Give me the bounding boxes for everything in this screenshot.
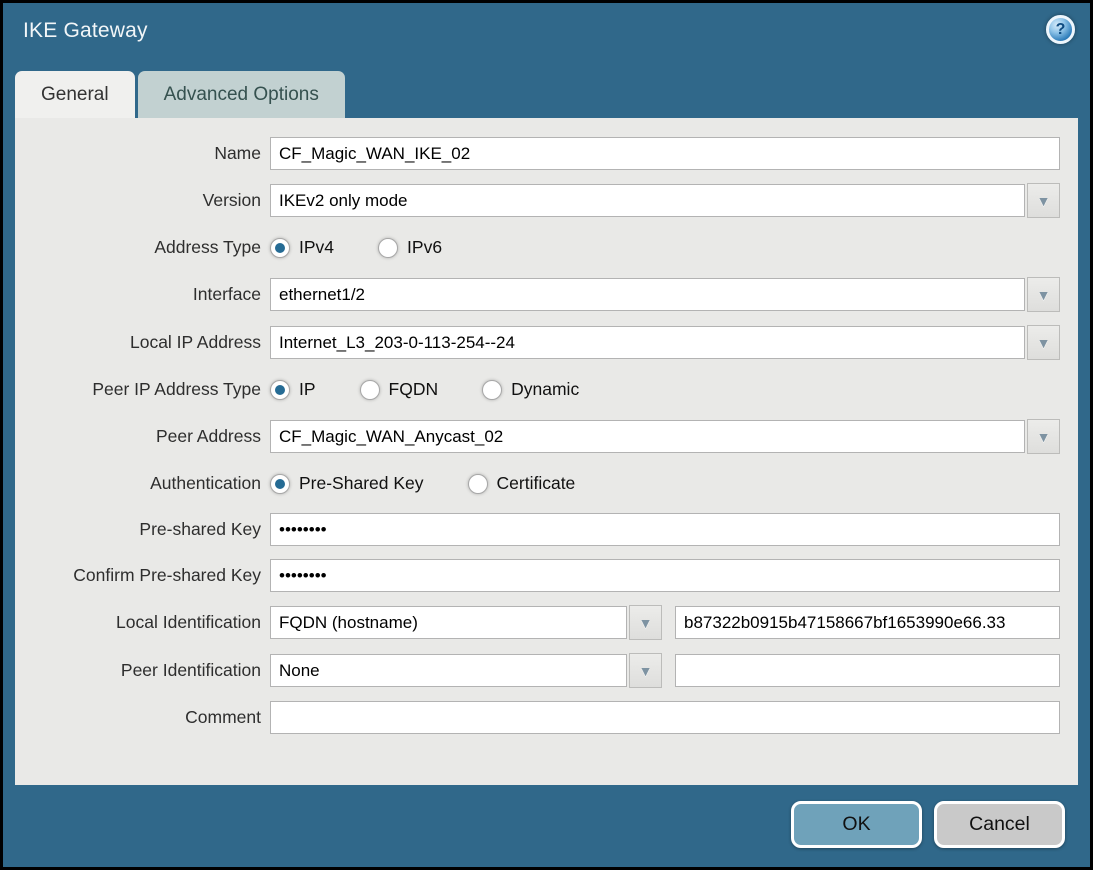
interface-label: Interface (15, 284, 270, 305)
peer-ip-address-type-label: Peer IP Address Type (15, 379, 270, 400)
chevron-down-icon: ▼ (639, 664, 653, 678)
address-type-row: Address Type IPv4 IPv6 (15, 231, 1060, 264)
peer-identification-type-select: ▼ (270, 653, 662, 688)
version-value-input[interactable] (270, 184, 1025, 217)
pre-shared-key-input[interactable] (270, 513, 1060, 546)
version-row: Version ▼ (15, 183, 1060, 218)
peer-address-label: Peer Address (15, 426, 270, 447)
address-type-ipv6-option[interactable]: IPv6 (378, 237, 442, 258)
dialog-title: IKE Gateway (23, 19, 148, 43)
dialog-footer: OK Cancel (3, 785, 1090, 848)
auth-pre-shared-key-label: Pre-Shared Key (299, 473, 424, 494)
comment-input[interactable] (270, 701, 1060, 734)
radio-button-icon[interactable] (270, 380, 290, 400)
peer-ip-type-dynamic-option[interactable]: Dynamic (482, 379, 579, 400)
ike-gateway-dialog: IKE Gateway ? General Advanced Options N… (0, 0, 1093, 870)
auth-certificate-option[interactable]: Certificate (468, 473, 576, 494)
ok-button[interactable]: OK (791, 801, 922, 848)
local-ip-address-label: Local IP Address (15, 332, 270, 353)
help-icon[interactable]: ? (1046, 15, 1075, 44)
version-label: Version (15, 190, 270, 211)
radio-button-icon[interactable] (270, 238, 290, 258)
local-identification-value-input[interactable] (675, 606, 1060, 639)
name-row: Name (15, 137, 1060, 170)
peer-address-select: ▼ (270, 419, 1060, 454)
auth-pre-shared-key-option[interactable]: Pre-Shared Key (270, 473, 424, 494)
local-ip-address-value-input[interactable] (270, 326, 1025, 359)
interface-value-input[interactable] (270, 278, 1025, 311)
peer-ip-type-dynamic-label: Dynamic (511, 379, 579, 400)
tab-bar: General Advanced Options (3, 68, 1090, 118)
interface-row: Interface ▼ (15, 277, 1060, 312)
radio-button-icon[interactable] (482, 380, 502, 400)
general-tab-panel: Name Version ▼ Address Type (15, 118, 1078, 785)
authentication-row: Authentication Pre-Shared Key Certificat… (15, 467, 1060, 500)
peer-address-value-input[interactable] (270, 420, 1025, 453)
radio-button-icon[interactable] (360, 380, 380, 400)
address-type-ipv4-label: IPv4 (299, 237, 334, 258)
local-ip-address-row: Local IP Address ▼ (15, 325, 1060, 360)
peer-ip-type-fqdn-label: FQDN (389, 379, 439, 400)
address-type-label: Address Type (15, 237, 270, 258)
dialog-titlebar: IKE Gateway ? (3, 3, 1090, 68)
address-type-ipv6-label: IPv6 (407, 237, 442, 258)
name-label: Name (15, 143, 270, 164)
peer-address-row: Peer Address ▼ (15, 419, 1060, 454)
peer-identification-row: Peer Identification ▼ (15, 653, 1060, 688)
peer-ip-type-fqdn-option[interactable]: FQDN (360, 379, 439, 400)
pre-shared-key-label: Pre-shared Key (15, 519, 270, 540)
tab-advanced-options[interactable]: Advanced Options (138, 71, 345, 118)
pre-shared-key-row: Pre-shared Key (15, 513, 1060, 546)
local-identification-dropdown-button[interactable]: ▼ (629, 605, 662, 640)
interface-select: ▼ (270, 277, 1060, 312)
chevron-down-icon: ▼ (1037, 288, 1051, 302)
local-ip-address-dropdown-button[interactable]: ▼ (1027, 325, 1060, 360)
name-input[interactable] (270, 137, 1060, 170)
local-identification-row: Local Identification ▼ (15, 605, 1060, 640)
peer-identification-label: Peer Identification (15, 660, 270, 681)
comment-row: Comment (15, 701, 1060, 734)
cancel-button[interactable]: Cancel (934, 801, 1065, 848)
peer-ip-type-ip-option[interactable]: IP (270, 379, 316, 400)
peer-address-dropdown-button[interactable]: ▼ (1027, 419, 1060, 454)
radio-button-icon[interactable] (378, 238, 398, 258)
interface-dropdown-button[interactable]: ▼ (1027, 277, 1060, 312)
peer-ip-address-type-row: Peer IP Address Type IP FQDN Dynamic (15, 373, 1060, 406)
tab-general[interactable]: General (15, 71, 135, 118)
version-select: ▼ (270, 183, 1060, 218)
peer-identification-dropdown-button[interactable]: ▼ (629, 653, 662, 688)
chevron-down-icon: ▼ (1037, 430, 1051, 444)
confirm-pre-shared-key-label: Confirm Pre-shared Key (15, 565, 270, 586)
local-identification-type-input[interactable] (270, 606, 627, 639)
chevron-down-icon: ▼ (1037, 336, 1051, 350)
version-dropdown-button[interactable]: ▼ (1027, 183, 1060, 218)
local-identification-type-select: ▼ (270, 605, 662, 640)
chevron-down-icon: ▼ (639, 616, 653, 630)
address-type-ipv4-option[interactable]: IPv4 (270, 237, 334, 258)
local-ip-address-select: ▼ (270, 325, 1060, 360)
radio-button-icon[interactable] (468, 474, 488, 494)
auth-certificate-label: Certificate (497, 473, 576, 494)
comment-label: Comment (15, 707, 270, 728)
confirm-pre-shared-key-row: Confirm Pre-shared Key (15, 559, 1060, 592)
peer-identification-value-input[interactable] (675, 654, 1060, 687)
radio-button-icon[interactable] (270, 474, 290, 494)
confirm-pre-shared-key-input[interactable] (270, 559, 1060, 592)
authentication-label: Authentication (15, 473, 270, 494)
local-identification-label: Local Identification (15, 612, 270, 633)
peer-ip-type-ip-label: IP (299, 379, 316, 400)
peer-identification-type-input[interactable] (270, 654, 627, 687)
chevron-down-icon: ▼ (1037, 194, 1051, 208)
